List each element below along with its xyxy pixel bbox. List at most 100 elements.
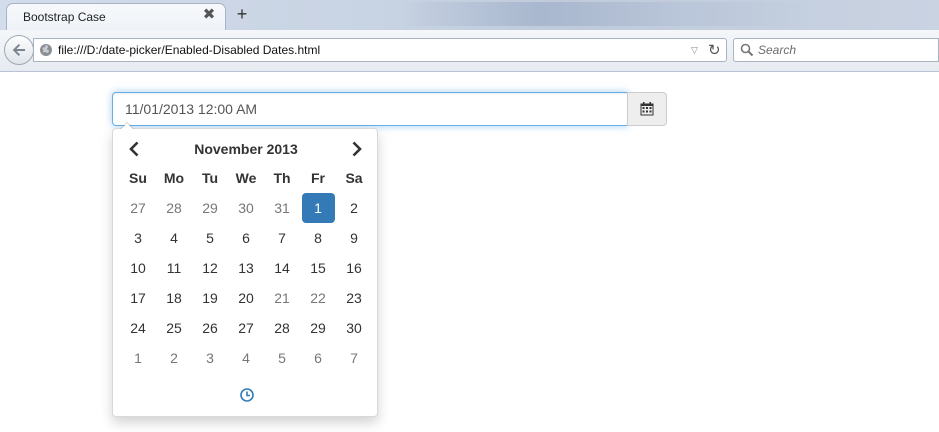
next-month-button[interactable] bbox=[346, 139, 366, 159]
calendar-day[interactable]: 14 bbox=[264, 253, 300, 283]
calendar-day-number: 19 bbox=[202, 290, 218, 306]
weekday-header-row: Su Mo Tu We Th Fr Sa bbox=[120, 163, 372, 193]
calendar-toggle-button[interactable] bbox=[627, 92, 667, 126]
calendar-day-number: 22 bbox=[310, 290, 326, 306]
calendar-day[interactable]: 20 bbox=[228, 283, 264, 313]
calendar-day[interactable]: 9 bbox=[336, 223, 372, 253]
calendar-day[interactable]: 7 bbox=[264, 223, 300, 253]
calendar-day[interactable]: 8 bbox=[300, 223, 336, 253]
calendar-day[interactable]: 5 bbox=[192, 223, 228, 253]
calendar-day[interactable]: 30 bbox=[336, 313, 372, 343]
calendar-day[interactable]: 1 bbox=[120, 343, 156, 373]
calendar-day[interactable]: 16 bbox=[336, 253, 372, 283]
calendar-day[interactable]: 17 bbox=[120, 283, 156, 313]
url-bar[interactable]: file:///D:/date-picker/Enabled-Disabled … bbox=[33, 38, 727, 62]
calendar-day-number: 7 bbox=[278, 230, 286, 246]
calendar-day[interactable]: 10 bbox=[120, 253, 156, 283]
calendar-day-number: 10 bbox=[130, 260, 146, 276]
back-button[interactable] bbox=[4, 35, 34, 65]
calendar-day[interactable]: 26 bbox=[192, 313, 228, 343]
calendar-day[interactable]: 29 bbox=[300, 313, 336, 343]
calendar-day[interactable]: 28 bbox=[156, 193, 192, 223]
browser-tab[interactable]: Bootstrap Case ✖ bbox=[6, 3, 226, 30]
calendar-day-number: 30 bbox=[238, 200, 254, 216]
calendar-day-number: 8 bbox=[314, 230, 322, 246]
calendar-day[interactable]: 3 bbox=[192, 343, 228, 373]
calendar-day-number: 20 bbox=[238, 290, 254, 306]
navigation-bar: file:///D:/date-picker/Enabled-Disabled … bbox=[0, 30, 939, 72]
weekday-label: Sa bbox=[345, 170, 363, 186]
calendar-week-row: 17 18 19 20 21 22 23 bbox=[120, 283, 372, 313]
calendar-day-number: 5 bbox=[278, 350, 286, 366]
tab-strip-background bbox=[400, 2, 820, 26]
calendar-day[interactable]: 24 bbox=[120, 313, 156, 343]
calendar-day-number: 25 bbox=[166, 320, 182, 336]
calendar-day[interactable]: 6 bbox=[228, 223, 264, 253]
calendar-day-number: 2 bbox=[350, 200, 358, 216]
calendar-day[interactable]: 2 bbox=[156, 343, 192, 373]
calendar-day-number: 4 bbox=[170, 230, 178, 246]
calendar-day[interactable]: 2 bbox=[336, 193, 372, 223]
reload-icon[interactable]: ↻ bbox=[708, 41, 721, 59]
calendar-day-number: 30 bbox=[346, 320, 362, 336]
datetime-input[interactable]: 11/01/2013 12:00 AM bbox=[112, 92, 628, 126]
new-tab-button[interactable]: + bbox=[233, 5, 251, 23]
calendar-week-row: 1 2 3 4 5 6 7 bbox=[120, 343, 372, 373]
calendar-day[interactable]: 4 bbox=[156, 223, 192, 253]
calendar-day-selected[interactable]: 1 bbox=[300, 193, 336, 223]
calendar-day[interactable]: 22 bbox=[300, 283, 336, 313]
datetimepicker-widget: November 2013 Su Mo Tu We Th Fr Sa 27 28 29 30 31 1… bbox=[112, 122, 378, 417]
calendar-day[interactable]: 13 bbox=[228, 253, 264, 283]
calendar-day[interactable]: 30 bbox=[228, 193, 264, 223]
calendar-day-number: 27 bbox=[130, 200, 146, 216]
calendar-day-number: 5 bbox=[206, 230, 214, 246]
calendar-day[interactable]: 7 bbox=[336, 343, 372, 373]
calendar-day[interactable]: 5 bbox=[264, 343, 300, 373]
calendar-day[interactable]: 23 bbox=[336, 283, 372, 313]
calendar-day[interactable]: 21 bbox=[264, 283, 300, 313]
calendar-day[interactable]: 19 bbox=[192, 283, 228, 313]
calendar-day-number: 17 bbox=[130, 290, 146, 306]
calendar-day[interactable]: 15 bbox=[300, 253, 336, 283]
prev-month-button[interactable] bbox=[125, 139, 145, 159]
calendar-day-number: 2 bbox=[170, 350, 178, 366]
calendar-day-number: 29 bbox=[310, 320, 326, 336]
tab-close-icon[interactable]: ✖ bbox=[202, 7, 216, 22]
calendar-day-number: 14 bbox=[274, 260, 290, 276]
calendar-day[interactable]: 28 bbox=[264, 313, 300, 343]
calendar-day-number: 27 bbox=[238, 320, 254, 336]
calendar-day-number: 7 bbox=[350, 350, 358, 366]
search-input[interactable] bbox=[758, 41, 936, 59]
calendar-day[interactable]: 3 bbox=[120, 223, 156, 253]
calendar-day-number: 28 bbox=[274, 320, 290, 336]
weekday-label: Su bbox=[129, 170, 147, 186]
weekday-label: Tu bbox=[201, 170, 219, 186]
calendar-day[interactable]: 18 bbox=[156, 283, 192, 313]
clock-icon bbox=[240, 388, 254, 402]
weekday-label: Th bbox=[273, 170, 291, 186]
search-bar[interactable] bbox=[733, 38, 939, 62]
calendar-day-number: 29 bbox=[202, 200, 218, 216]
calendar-day-number: 13 bbox=[238, 260, 254, 276]
weekday-label: Mo bbox=[163, 170, 185, 186]
calendar-day-number: 21 bbox=[274, 290, 290, 306]
calendar-day[interactable]: 31 bbox=[264, 193, 300, 223]
calendar-day[interactable]: 29 bbox=[192, 193, 228, 223]
month-title[interactable]: November 2013 bbox=[173, 141, 319, 157]
calendar-day-number: 26 bbox=[202, 320, 218, 336]
chevron-left-icon bbox=[129, 141, 139, 157]
calendar-day-number: 11 bbox=[166, 260, 182, 276]
calendar-day-number: 31 bbox=[274, 200, 290, 216]
calendar-day[interactable]: 11 bbox=[156, 253, 192, 283]
calendar-day[interactable]: 6 bbox=[300, 343, 336, 373]
time-picker-toggle[interactable] bbox=[239, 387, 255, 403]
calendar-day[interactable]: 27 bbox=[228, 313, 264, 343]
calendar-day[interactable]: 25 bbox=[156, 313, 192, 343]
calendar-day[interactable]: 12 bbox=[192, 253, 228, 283]
history-dropdown-icon[interactable]: ▽ bbox=[691, 45, 698, 56]
calendar-day[interactable]: 4 bbox=[228, 343, 264, 373]
url-text[interactable]: file:///D:/date-picker/Enabled-Disabled … bbox=[58, 43, 320, 57]
calendar-day-number: 1 bbox=[301, 193, 335, 223]
calendar-day-number: 16 bbox=[346, 260, 362, 276]
calendar-day[interactable]: 27 bbox=[120, 193, 156, 223]
